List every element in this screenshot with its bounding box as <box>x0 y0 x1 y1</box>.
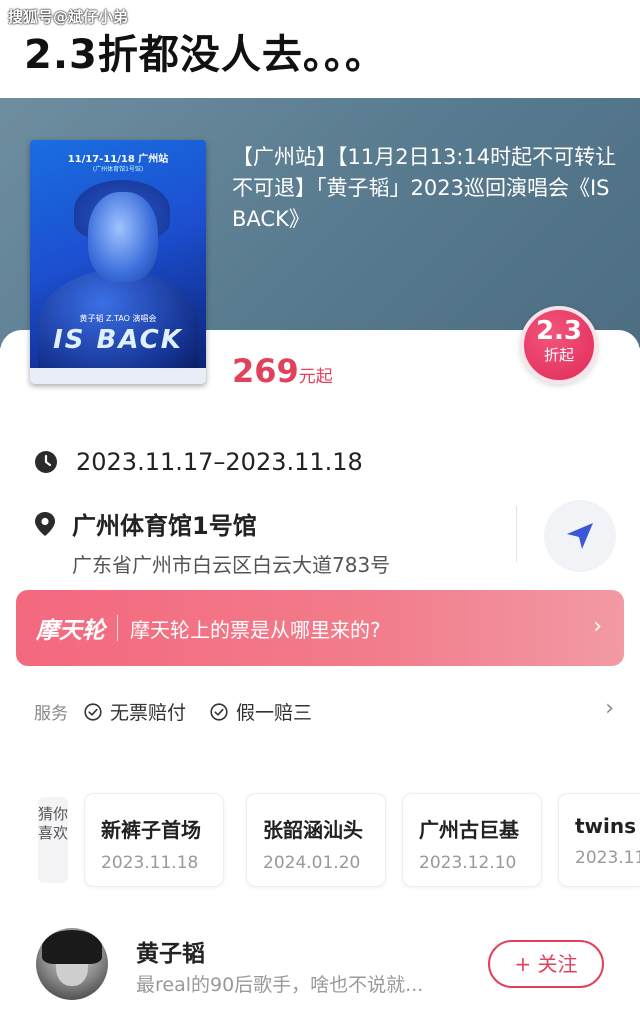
service-row[interactable]: 服务 无票赔付 假一赔三 › <box>34 696 614 725</box>
chevron-right-icon: › <box>605 696 614 721</box>
recommend-name: 新裤子首场 <box>101 818 201 842</box>
recommend-section: 猜你喜欢 新裤子首场 2023.11.18 张韶涵汕头 2024.01.20 广… <box>38 793 640 887</box>
recommend-date: 2024.01.20 <box>263 853 361 873</box>
ferris-text: 摩天轮上的票是从哪里来的? <box>130 617 381 642</box>
date-range: 2023.11.17–2023.11.18 <box>76 448 363 476</box>
recommend-card[interactable]: twins 2023.11 <box>558 793 640 887</box>
price-unit: 元起 <box>298 367 333 387</box>
check-circle-icon <box>210 702 228 721</box>
ferris-separator <box>117 615 118 641</box>
venue-block[interactable]: 广州体育馆1号馆 广东省广州市白云区白云大道783号 <box>34 506 514 578</box>
recommend-tag: 猜你喜欢 <box>38 797 68 883</box>
venue-address: 广东省广州市白云区白云大道783号 <box>72 553 391 577</box>
recommend-card[interactable]: 新裤子首场 2023.11.18 <box>84 793 224 887</box>
artist-row: 黄子韬 最real的90后歌手，啥也不说就... + 关注 <box>36 928 640 1002</box>
recommend-date: 2023.12.10 <box>419 853 517 873</box>
poster-title: IS BACK <box>53 325 183 355</box>
ferris-wheel-banner[interactable]: 摩天轮 摩天轮上的票是从哪里来的? › <box>16 590 624 666</box>
navigation-arrow-icon <box>567 523 593 549</box>
location-pin-icon <box>35 511 55 536</box>
venue-divider <box>516 506 517 562</box>
date-row: 2023.11.17–2023.11.18 <box>34 448 363 476</box>
poster-top-text: 11/17-11/18 广州站 <box>67 154 169 165</box>
follow-button[interactable]: + 关注 <box>488 940 604 988</box>
recommend-card[interactable]: 张韶涵汕头 2024.01.20 <box>246 793 386 887</box>
service-item-label: 无票赔付 <box>110 702 187 724</box>
service-label: 服务 <box>34 704 68 724</box>
clock-icon <box>35 451 57 473</box>
service-item-label: 假一赔三 <box>236 702 313 724</box>
recommend-name: 张韶涵汕头 <box>263 818 363 842</box>
detail-card <box>0 330 640 1013</box>
discount-value: 2.3 <box>535 316 583 346</box>
discount-badge: 2.3 折起 <box>520 306 598 384</box>
service-item: 假一赔三 <box>210 698 312 725</box>
navigate-button[interactable] <box>544 500 616 572</box>
chevron-right-icon: › <box>593 614 602 639</box>
poster-sponsor-strip <box>30 368 206 384</box>
headline: 2.3折都没人去。。。 <box>24 32 386 78</box>
event-poster[interactable]: 11/17-11/18 广州站 (广州体育馆1号馆) 黄子韬 Z.TAO 演唱会… <box>30 140 206 384</box>
poster-sub-text: (广州体育馆1号馆) <box>92 166 144 173</box>
poster-face <box>88 192 158 282</box>
recommend-date: 2023.11.18 <box>101 853 199 873</box>
price-value: 269 <box>232 352 299 390</box>
ferris-logo: 摩天轮 <box>36 618 105 644</box>
artist-name: 黄子韬 <box>136 941 205 967</box>
price: 269元起 <box>232 352 333 390</box>
check-circle-icon <box>84 702 102 721</box>
event-title: 【广州站】【11月2日13:14时起不可转让不可退】「黄子韬」2023巡回演唱会… <box>232 145 617 231</box>
avatar-hair <box>42 930 102 964</box>
recommend-name: twins <box>575 814 637 838</box>
recommend-name: 广州古巨基 <box>419 818 519 842</box>
watermark: 搜狐号@斌仔小弟 <box>8 8 129 26</box>
recommend-date: 2023.11 <box>575 848 640 868</box>
artist-bio: 最real的90后歌手，啥也不说就... <box>136 974 424 996</box>
discount-label: 折起 <box>543 346 574 364</box>
recommend-card[interactable]: 广州古巨基 2023.12.10 <box>402 793 542 887</box>
avatar[interactable] <box>36 928 108 1000</box>
poster-caption: 黄子韬 Z.TAO 演唱会 <box>79 314 157 323</box>
venue-name: 广州体育馆1号馆 <box>72 512 257 540</box>
service-item: 无票赔付 <box>84 698 186 725</box>
